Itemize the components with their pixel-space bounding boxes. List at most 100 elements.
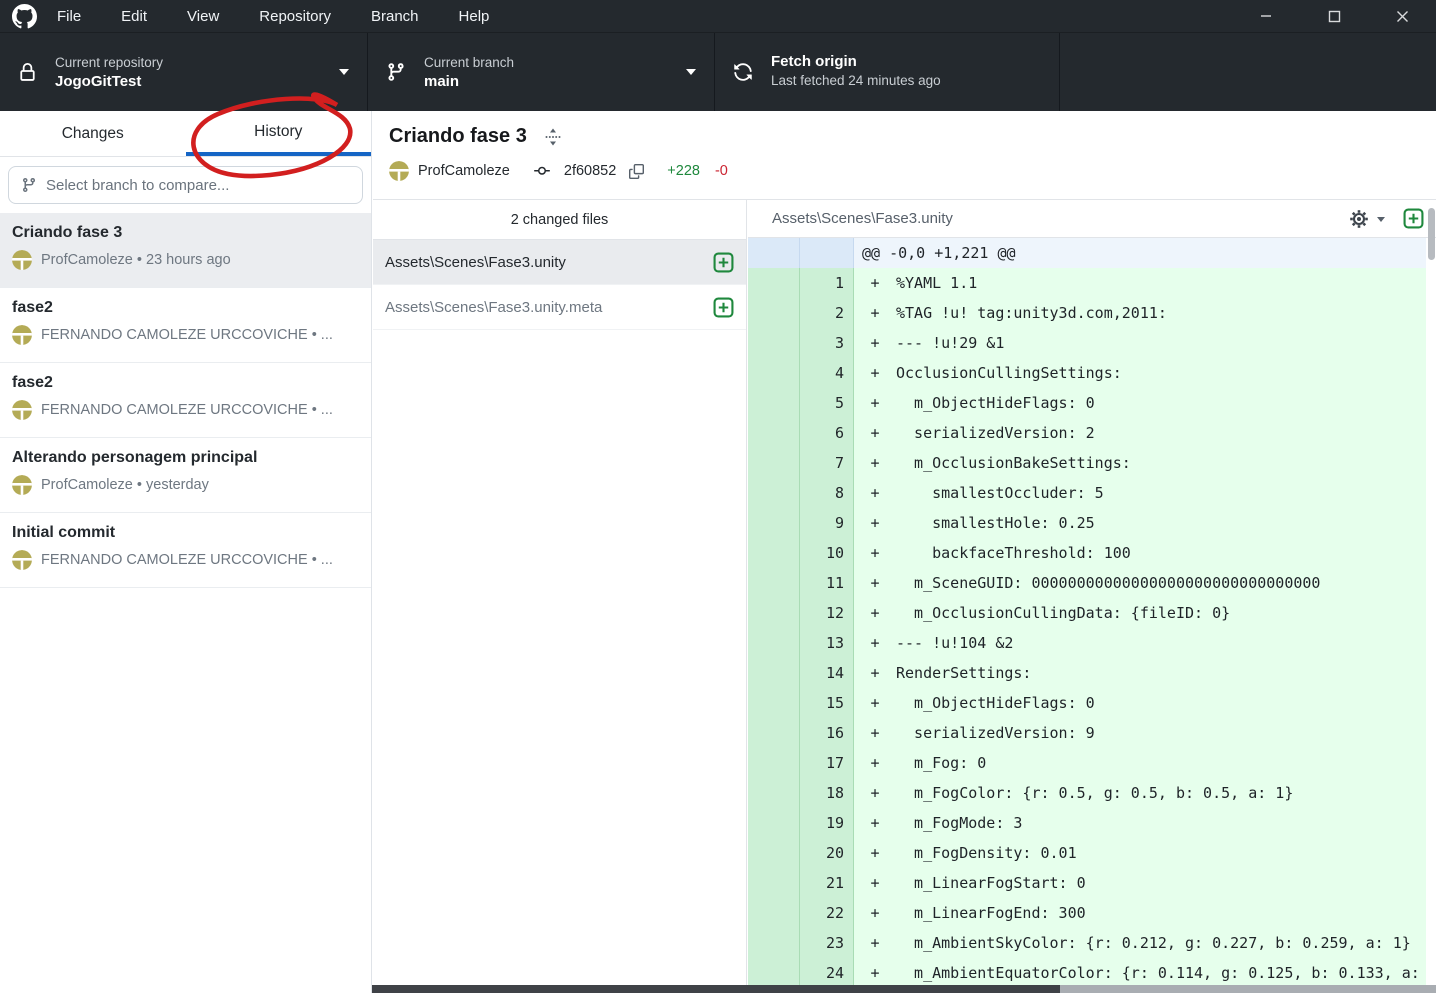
- copy-sha-icon[interactable]: [629, 164, 644, 179]
- diff-sign: +: [854, 358, 896, 388]
- minimize-button[interactable]: [1232, 0, 1300, 33]
- changed-files-header: 2 changed files: [373, 200, 746, 240]
- file-row[interactable]: Assets\Scenes\Fase3.unity: [373, 240, 746, 285]
- menu-help[interactable]: Help: [439, 0, 510, 33]
- tab-history[interactable]: History: [186, 111, 372, 156]
- menu-file[interactable]: File: [37, 0, 101, 33]
- diff-text: m_AmbientEquatorColor: {r: 0.114, g: 0.1…: [896, 958, 1426, 985]
- commit-list-item[interactable]: fase2 FERNANDO CAMOLEZE URCCOVICHE • ...: [0, 363, 371, 438]
- chevron-down-icon[interactable]: [1377, 217, 1385, 222]
- diff-line-row[interactable]: 8+ smallestOccluder: 5: [748, 478, 1426, 508]
- diff-line-row[interactable]: 12+ m_OcclusionCullingData: {fileID: 0}: [748, 598, 1426, 628]
- close-button[interactable]: [1368, 0, 1436, 33]
- horizontal-scrollbar-track[interactable]: [372, 985, 1436, 993]
- diff-line-row[interactable]: 9+ smallestHole: 0.25: [748, 508, 1426, 538]
- diff-text: m_AmbientSkyColor: {r: 0.212, g: 0.227, …: [896, 928, 1426, 958]
- menu-branch[interactable]: Branch: [351, 0, 439, 33]
- diff-sign: +: [854, 448, 896, 478]
- diff-line-row[interactable]: 1+%YAML 1.1: [748, 268, 1426, 298]
- diff-line-row[interactable]: 5+ m_ObjectHideFlags: 0: [748, 388, 1426, 418]
- file-row[interactable]: Assets\Scenes\Fase3.unity.meta: [373, 285, 746, 330]
- diff-line-row[interactable]: 4+OcclusionCullingSettings:: [748, 358, 1426, 388]
- old-line-number: [748, 868, 800, 898]
- diff-line-row[interactable]: 15+ m_ObjectHideFlags: 0: [748, 688, 1426, 718]
- compare-branch-input[interactable]: Select branch to compare...: [8, 166, 363, 204]
- commit-list-item[interactable]: Criando fase 3 ProfCamoleze • 23 hours a…: [0, 213, 371, 288]
- file-path: Assets\Scenes\Fase3.unity.meta: [385, 299, 602, 316]
- diff-line-row[interactable]: 16+ serializedVersion: 9: [748, 718, 1426, 748]
- gear-icon[interactable]: [1349, 209, 1369, 229]
- diff-line-row[interactable]: 17+ m_Fog: 0: [748, 748, 1426, 778]
- new-line-number: 2: [800, 298, 854, 328]
- diff-text: RenderSettings:: [896, 658, 1426, 688]
- avatar: [12, 400, 32, 420]
- new-line-number: 1: [800, 268, 854, 298]
- commit-list-item[interactable]: Alterando personagem principal ProfCamol…: [0, 438, 371, 513]
- diff-sign: +: [854, 718, 896, 748]
- current-branch-button[interactable]: Current branch main: [368, 33, 715, 111]
- commit-byline: ProfCamoleze • 23 hours ago: [41, 252, 231, 268]
- diff-sign: +: [854, 328, 896, 358]
- avatar: [12, 475, 32, 495]
- menu-edit[interactable]: Edit: [101, 0, 167, 33]
- old-line-number: [748, 718, 800, 748]
- diff-lines: 1+%YAML 1.12+%TAG !u! tag:unity3d.com,20…: [748, 268, 1426, 985]
- diff-line-row[interactable]: 3+--- !u!29 &1: [748, 328, 1426, 358]
- old-line-number: [748, 898, 800, 928]
- diff-sign: +: [854, 388, 896, 418]
- commit-title: Criando fase 3: [12, 224, 359, 242]
- diff-line-row[interactable]: 14+RenderSettings:: [748, 658, 1426, 688]
- diff-text: m_FogMode: 3: [896, 808, 1426, 838]
- diff-line-row[interactable]: 19+ m_FogMode: 3: [748, 808, 1426, 838]
- diff-line-row[interactable]: 11+ m_SceneGUID: 00000000000000000000000…: [748, 568, 1426, 598]
- old-line-number: [748, 358, 800, 388]
- diff-line-row[interactable]: 18+ m_FogColor: {r: 0.5, g: 0.5, b: 0.5,…: [748, 778, 1426, 808]
- new-line-number: 7: [800, 448, 854, 478]
- commit-title: fase2: [12, 299, 359, 317]
- tab-changes[interactable]: Changes: [0, 111, 186, 156]
- git-commit-icon: [531, 163, 553, 179]
- repository-label: Current repository: [55, 55, 163, 70]
- diff-sign: +: [854, 658, 896, 688]
- diff-line-row[interactable]: 20+ m_FogDensity: 0.01: [748, 838, 1426, 868]
- old-line-number: [748, 448, 800, 478]
- new-line-number: 10: [800, 538, 854, 568]
- horizontal-scrollbar-thumb[interactable]: [372, 985, 1060, 993]
- toolbar: Current repository JogoGitTest Current b…: [0, 33, 1436, 111]
- commit-title: Alterando personagem principal: [12, 449, 359, 467]
- diff-panel: Assets\Scenes\Fase3.unity @@ -0,0 +1,221…: [748, 200, 1436, 985]
- avatar: [12, 550, 32, 570]
- commit-list-item[interactable]: Initial commit FERNANDO CAMOLEZE URCCOVI…: [0, 513, 371, 588]
- old-line-number: [748, 628, 800, 658]
- current-repository-button[interactable]: Current repository JogoGitTest: [0, 33, 368, 111]
- maximize-button[interactable]: [1300, 0, 1368, 33]
- chevron-down-icon: [686, 69, 696, 75]
- diff-text: m_FogDensity: 0.01: [896, 838, 1426, 868]
- new-line-number: 24: [800, 958, 854, 985]
- old-line-number: [748, 298, 800, 328]
- diff-line-row[interactable]: 13+--- !u!104 &2: [748, 628, 1426, 658]
- commit-list-item[interactable]: fase2 FERNANDO CAMOLEZE URCCOVICHE • ...: [0, 288, 371, 363]
- lock-icon: [18, 63, 37, 82]
- menu-view[interactable]: View: [167, 0, 239, 33]
- diff-sign: +: [854, 418, 896, 448]
- git-branch-icon: [21, 177, 37, 193]
- expand-commit-icon[interactable]: [543, 127, 563, 147]
- vertical-scrollbar[interactable]: [1428, 208, 1435, 260]
- diff-sign: +: [854, 898, 896, 928]
- diff-line-row[interactable]: 10+ backfaceThreshold: 100: [748, 538, 1426, 568]
- old-line-number: [748, 238, 800, 268]
- diff-line-row[interactable]: 7+ m_OcclusionBakeSettings:: [748, 448, 1426, 478]
- menu-repository[interactable]: Repository: [239, 0, 351, 33]
- diff-line-row[interactable]: 21+ m_LinearFogStart: 0: [748, 868, 1426, 898]
- diff-sign: +: [854, 508, 896, 538]
- diff-sign: +: [854, 928, 896, 958]
- fetch-origin-button[interactable]: Fetch origin Last fetched 24 minutes ago: [715, 33, 1060, 111]
- diff-text: serializedVersion: 9: [896, 718, 1426, 748]
- diff-line-row[interactable]: 22+ m_LinearFogEnd: 300: [748, 898, 1426, 928]
- diff-line-row[interactable]: 23+ m_AmbientSkyColor: {r: 0.212, g: 0.2…: [748, 928, 1426, 958]
- diff-text: --- !u!29 &1: [896, 328, 1426, 358]
- diff-line-row[interactable]: 2+%TAG !u! tag:unity3d.com,2011:: [748, 298, 1426, 328]
- diff-line-row[interactable]: 6+ serializedVersion: 2: [748, 418, 1426, 448]
- diff-line-row[interactable]: 24+ m_AmbientEquatorColor: {r: 0.114, g:…: [748, 958, 1426, 985]
